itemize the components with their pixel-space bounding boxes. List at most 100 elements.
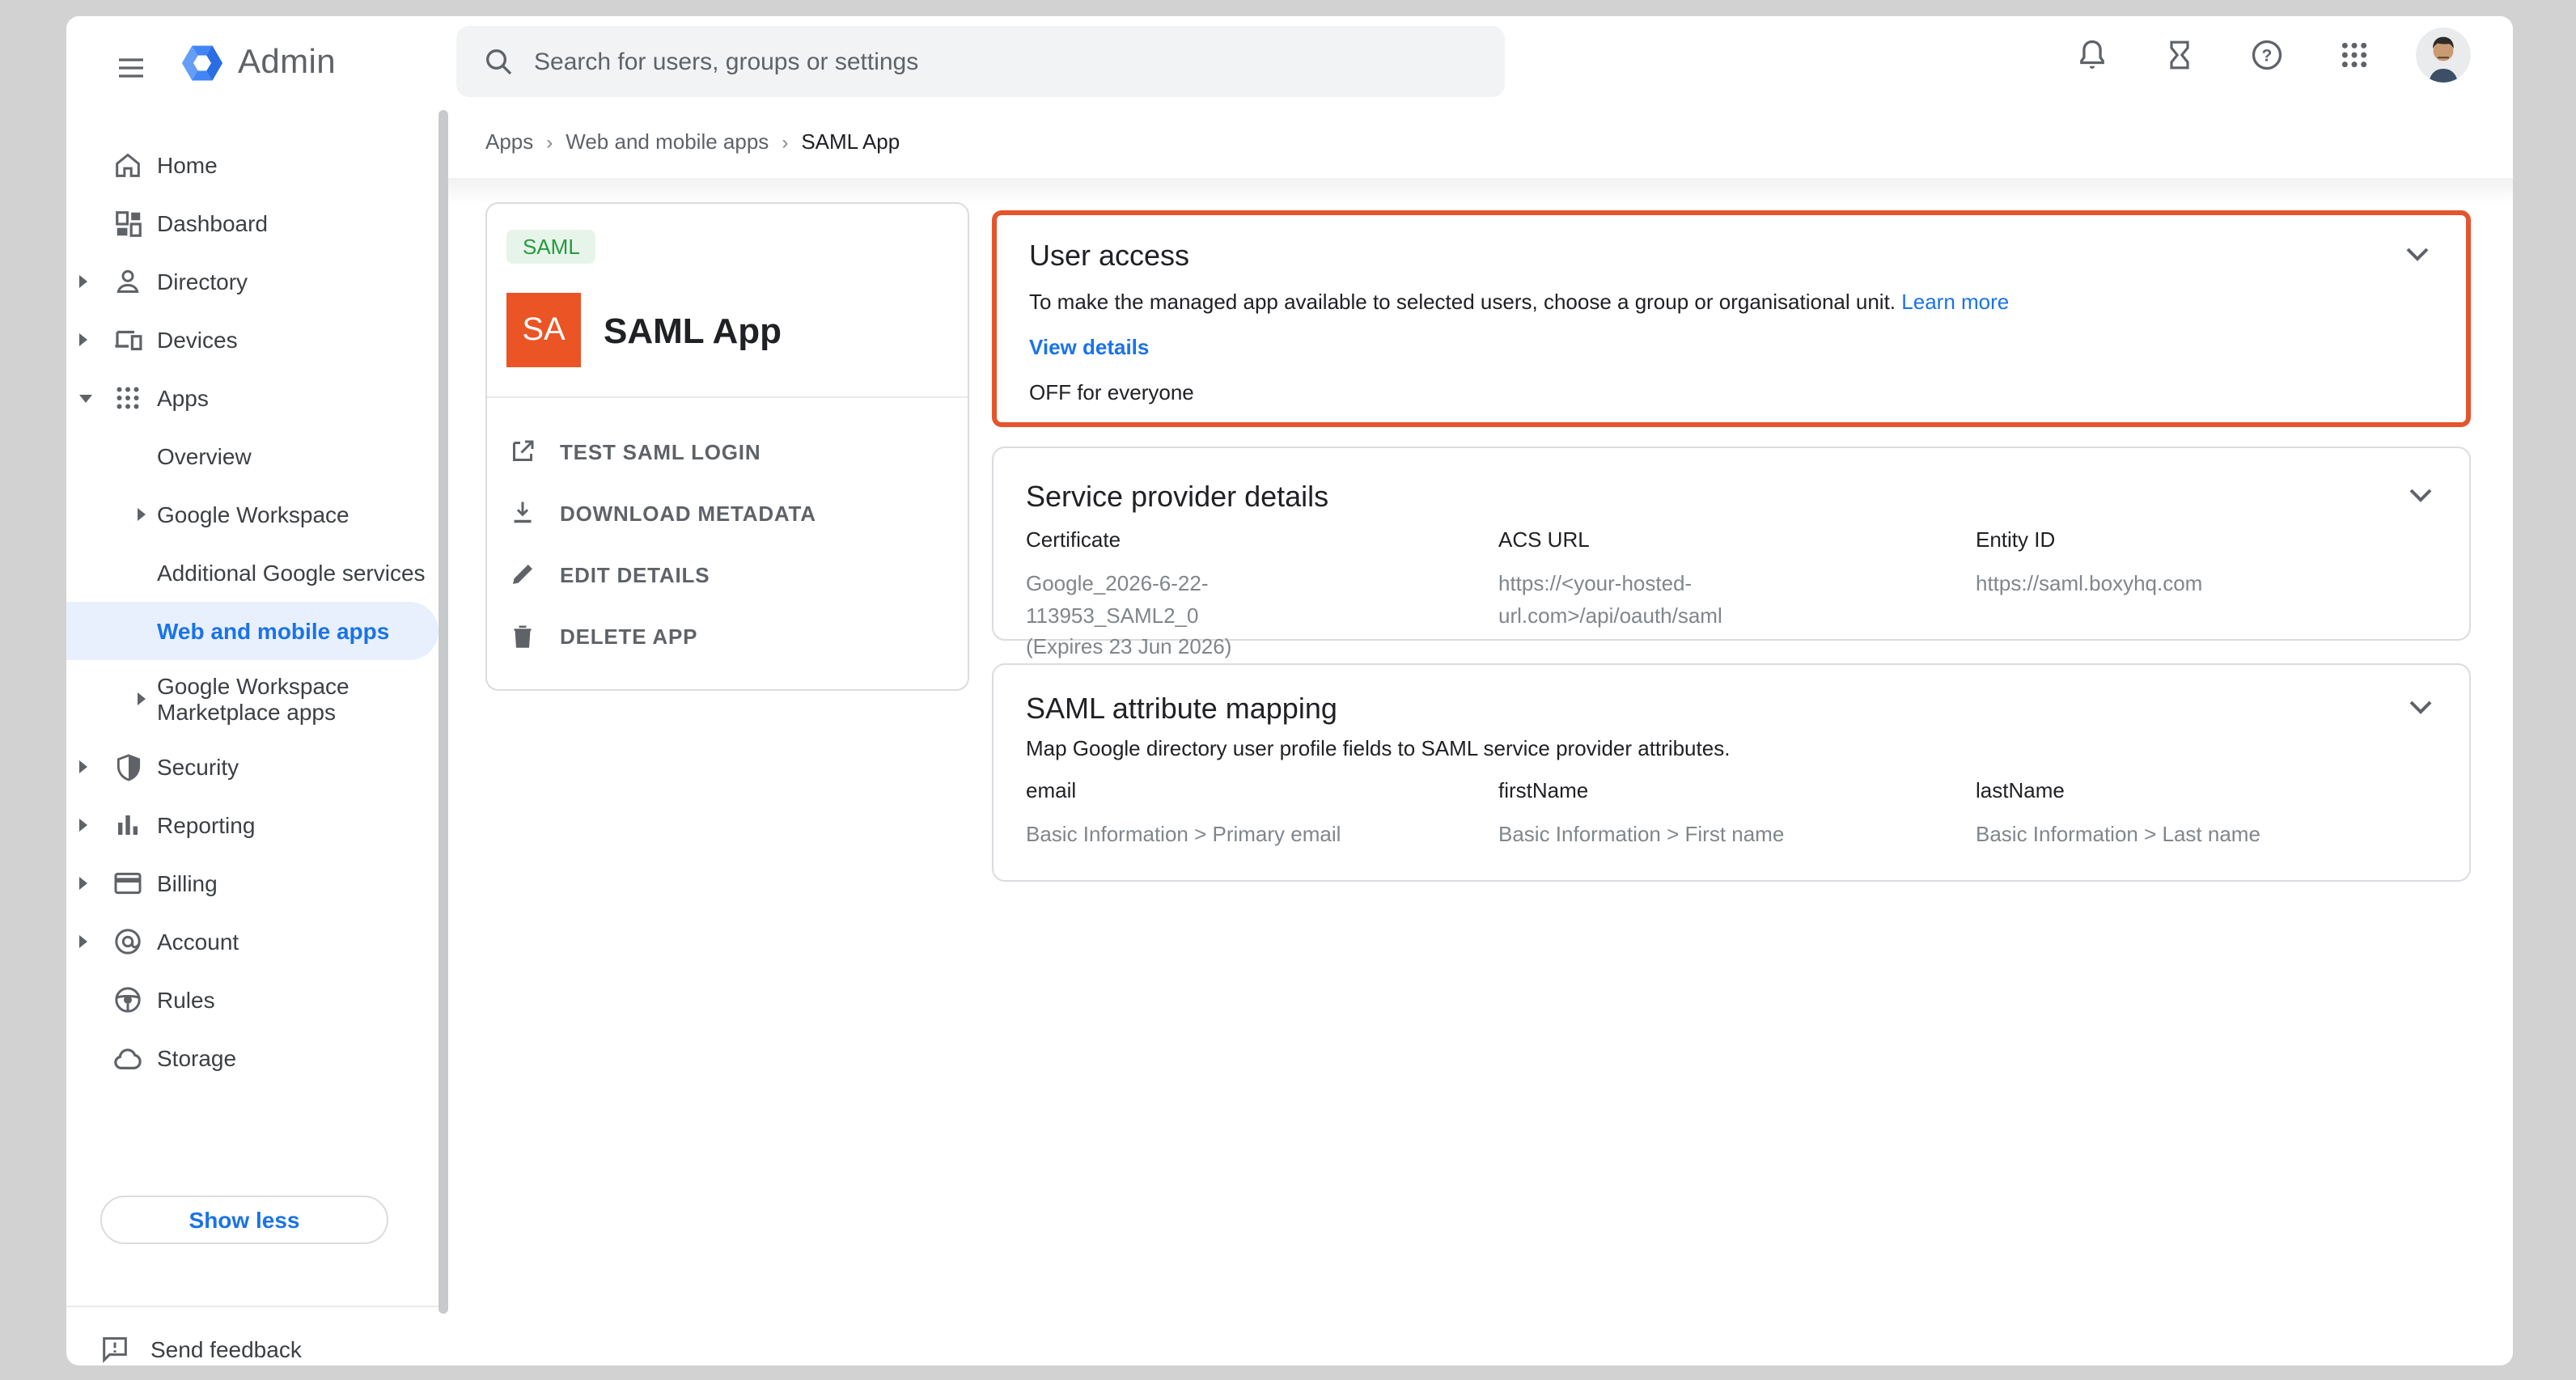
vertical-scrollbar[interactable]	[439, 110, 448, 1314]
sidebar-item-home[interactable]: Home	[66, 136, 439, 194]
app-summary-card: SAML SA SAML App TEST SAML LOGIN DOWNLOA…	[485, 202, 969, 691]
breadcrumb-separator: ›	[546, 130, 553, 153]
service-provider-details-card: Service provider details Certificate Goo…	[992, 447, 2471, 641]
main-content: Apps › Web and mobile apps › SAML App SA…	[448, 116, 2513, 1365]
sidebar-item-reporting[interactable]: Reporting	[66, 796, 439, 854]
admin-console-window: Admin ?	[66, 16, 2513, 1365]
send-feedback-button[interactable]: Send feedback	[99, 1333, 302, 1365]
sidebar-item-label: Account	[157, 929, 426, 955]
expand-caret-icon[interactable]	[79, 759, 95, 775]
delete-app-button[interactable]: DELETE APP	[487, 605, 968, 667]
sidebar-item-rules[interactable]: Rules	[66, 971, 439, 1029]
sidebar-item-storage[interactable]: Storage	[66, 1029, 439, 1087]
sidebar-divider	[66, 1306, 448, 1307]
collapse-card-button[interactable]	[2398, 235, 2437, 273]
sidebar-item-account[interactable]: Account	[66, 912, 439, 971]
service-provider-title: Service provider details	[1026, 480, 1328, 514]
search-bar[interactable]	[456, 26, 1505, 97]
expand-caret-icon[interactable]	[79, 332, 95, 348]
lastname-mapping-field: lastName Basic Information > Last name	[1976, 778, 2429, 850]
acs-url-field: ACS URL https://<your-hosted-url.com>/ap…	[1498, 527, 1951, 631]
notifications-button[interactable]	[2066, 29, 2118, 81]
sidebar-item-label: Home	[157, 152, 426, 178]
feedback-icon	[99, 1333, 131, 1365]
credit-card-icon	[108, 864, 147, 903]
expand-caret-icon[interactable]	[79, 933, 95, 950]
navigation-list: Home Dashboard Directory	[66, 136, 439, 1087]
send-feedback-label: Send feedback	[150, 1336, 302, 1362]
card-divider	[487, 396, 968, 398]
sidebar-item-billing[interactable]: Billing	[66, 854, 439, 912]
sidebar-item-web-and-mobile-apps[interactable]: Web and mobile apps	[66, 602, 439, 660]
app-title: SAML App	[604, 311, 782, 353]
expand-caret-icon[interactable]	[79, 875, 95, 891]
sidebar-item-label: Billing	[157, 870, 426, 896]
help-button[interactable]: ?	[2241, 29, 2293, 81]
sidebar-item-label: Overview	[157, 443, 426, 469]
breadcrumb-apps[interactable]: Apps	[485, 129, 533, 154]
expand-caret-icon[interactable]	[138, 691, 154, 707]
hamburger-icon	[115, 52, 147, 84]
expand-caret-icon[interactable]	[79, 273, 95, 290]
top-app-bar: Admin ?	[66, 16, 2513, 116]
collapse-caret-icon[interactable]	[79, 390, 95, 406]
shield-icon	[108, 747, 147, 786]
attribute-mapping-title: SAML attribute mapping	[1026, 692, 1337, 726]
steering-wheel-icon	[108, 980, 147, 1019]
sidebar-item-label: Reporting	[157, 812, 426, 838]
sidebar-item-label: Google Workspace	[157, 502, 426, 527]
bell-icon	[2074, 37, 2110, 73]
breadcrumb-separator: ›	[782, 130, 788, 153]
sidebar-item-security[interactable]: Security	[66, 738, 439, 796]
sidebar-item-google-workspace[interactable]: Google Workspace	[66, 485, 439, 544]
certificate-field: Certificate Google_2026-6-22-113953_SAML…	[1026, 527, 1479, 662]
avatar-photo	[2416, 28, 2471, 83]
person-icon	[108, 262, 147, 301]
pencil-icon	[508, 560, 537, 589]
home-icon	[108, 146, 147, 184]
view-details-link[interactable]: View details	[1029, 335, 1149, 359]
expand-caret-icon[interactable]	[79, 817, 95, 833]
edit-details-button[interactable]: EDIT DETAILS	[487, 544, 968, 605]
sidebar-item-devices[interactable]: Devices	[66, 311, 439, 369]
collapse-card-button[interactable]	[2401, 688, 2440, 726]
product-name: Admin	[238, 44, 336, 83]
sidebar-item-apps-overview[interactable]: Overview	[66, 427, 439, 485]
show-less-button[interactable]: Show less	[100, 1196, 388, 1244]
search-icon	[482, 45, 515, 78]
account-avatar[interactable]	[2416, 28, 2471, 83]
open-in-new-icon	[508, 437, 537, 466]
download-metadata-button[interactable]: DOWNLOAD METADATA	[487, 482, 968, 544]
user-access-title: User access	[1029, 239, 1189, 273]
sidebar-item-label: Apps	[157, 385, 426, 411]
chevron-down-icon	[2409, 700, 2432, 714]
sidebar-item-dashboard[interactable]: Dashboard	[66, 194, 439, 252]
saml-attribute-mapping-card: SAML attribute mapping Map Google direct…	[992, 663, 2471, 882]
email-mapping-field: email Basic Information > Primary email	[1026, 778, 1479, 850]
main-menu-icon[interactable]	[99, 36, 163, 100]
sidebar-item-label: Storage	[157, 1045, 426, 1071]
test-saml-login-button[interactable]: TEST SAML LOGIN	[487, 421, 968, 482]
search-input[interactable]	[534, 48, 1479, 75]
sidebar-item-label: Devices	[157, 327, 426, 353]
sidebar-item-additional-google-services[interactable]: Additional Google services	[66, 544, 439, 602]
tasks-button[interactable]	[2154, 29, 2205, 81]
expand-caret-icon[interactable]	[138, 506, 154, 523]
learn-more-link[interactable]: Learn more	[1901, 290, 2009, 314]
header-icons: ?	[2066, 28, 2471, 83]
breadcrumb: Apps › Web and mobile apps › SAML App	[485, 129, 900, 154]
collapse-card-button[interactable]	[2401, 476, 2440, 514]
user-access-status: OFF for everyone	[1029, 380, 1194, 404]
sidebar-item-apps[interactable]: Apps	[66, 369, 439, 427]
breadcrumb-web-and-mobile-apps[interactable]: Web and mobile apps	[566, 129, 769, 154]
sidebar-item-label: Web and mobile apps	[157, 618, 426, 644]
desktop-background: Admin ?	[0, 0, 2576, 1380]
apps-icon	[108, 379, 147, 417]
sidebar-item-directory[interactable]: Directory	[66, 252, 439, 311]
navigation-sidebar: Home Dashboard Directory	[66, 116, 448, 1365]
sidebar-item-marketplace-apps[interactable]: Google Workspace Marketplace apps	[66, 660, 439, 738]
app-avatar: SA	[506, 293, 581, 367]
admin-logo[interactable]: Admin	[176, 39, 336, 87]
apps-grid-icon	[2338, 39, 2371, 71]
google-apps-button[interactable]	[2328, 29, 2380, 81]
